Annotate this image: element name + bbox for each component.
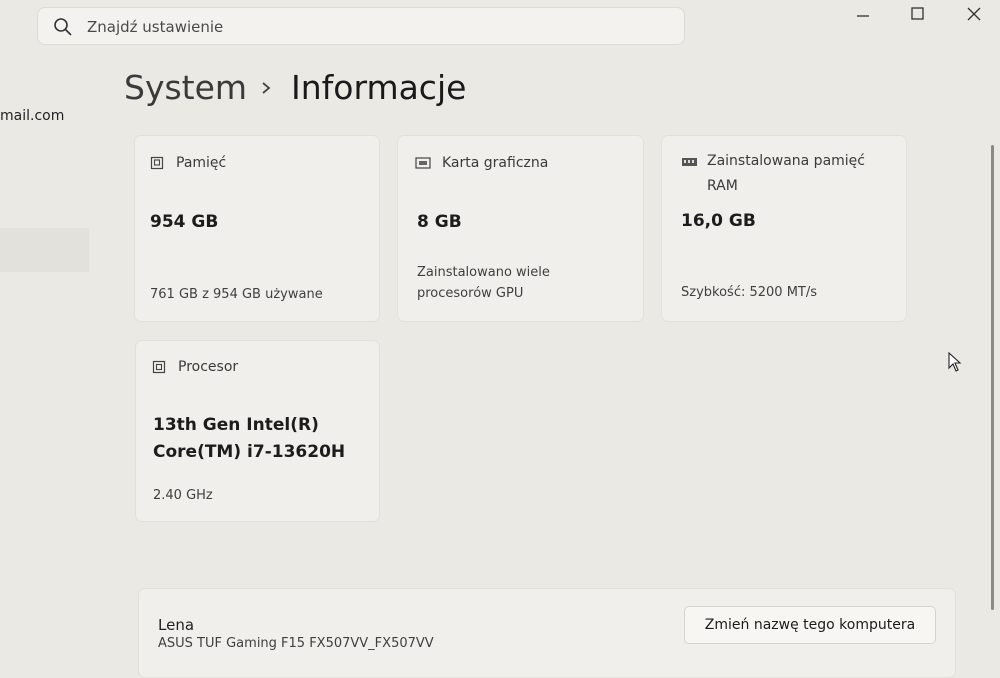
gpu-note-line2: procesorów GPU	[417, 286, 524, 301]
gpu-icon	[415, 157, 431, 169]
storage-icon	[150, 156, 164, 170]
device-name: Lena	[158, 616, 195, 634]
storage-label: Pamięć	[176, 155, 227, 171]
storage-card[interactable]: Pamięć 954 GB 761 GB z 954 GB używane	[134, 135, 380, 322]
ram-label-line2: RAM	[707, 178, 738, 194]
search-input[interactable]: Znajdź ustawienie	[87, 18, 223, 36]
ram-label-line1: Zainstalowana pamięć	[707, 153, 865, 169]
close-icon[interactable]	[964, 4, 984, 24]
device-model: ASUS TUF Gaming F15 FX507VV_FX507VV	[158, 636, 434, 651]
ram-card[interactable]: Zainstalowana pamięć RAM 16,0 GB Szybkoś…	[661, 135, 907, 322]
search-box[interactable]: Znajdź ustawienie	[37, 7, 685, 45]
minimize-icon[interactable]	[853, 4, 873, 24]
maximize-icon[interactable]	[908, 4, 928, 24]
scrollbar[interactable]	[991, 145, 994, 610]
cpu-model-line1: 13th Gen Intel(R)	[153, 415, 319, 435]
sidebar-selected-item[interactable]	[0, 228, 89, 272]
cpu-card[interactable]: Procesor 13th Gen Intel(R) Core(TM) i7-1…	[135, 340, 380, 522]
gpu-label: Karta graficzna	[442, 155, 549, 171]
breadcrumb-system[interactable]: System	[124, 68, 247, 107]
mouse-cursor-icon	[948, 352, 962, 372]
account-email: mail.com	[0, 108, 65, 124]
ram-speed: Szybkość: 5200 MT/s	[681, 285, 817, 300]
storage-usage: 761 GB z 954 GB używane	[150, 287, 323, 302]
gpu-note-line1: Zainstalowano wiele	[417, 265, 550, 280]
ram-value: 16,0 GB	[681, 211, 756, 231]
processor-icon	[152, 360, 166, 374]
cpu-frequency: 2.40 GHz	[153, 488, 213, 503]
search-icon	[54, 18, 72, 36]
device-name-card: Lena ASUS TUF Gaming F15 FX507VV_FX507VV…	[138, 588, 956, 678]
ram-icon	[682, 158, 697, 166]
storage-value: 954 GB	[150, 212, 219, 232]
page-title: Informacje	[291, 68, 467, 107]
gpu-card[interactable]: Karta graficzna 8 GB Zainstalowano wiele…	[397, 135, 644, 322]
cpu-label: Procesor	[178, 359, 239, 375]
rename-pc-button[interactable]: Zmień nazwę tego komputera	[684, 606, 936, 644]
cpu-model-line2: Core(TM) i7-13620H	[153, 442, 346, 462]
chevron-right-icon	[262, 82, 271, 94]
gpu-value: 8 GB	[417, 212, 462, 232]
